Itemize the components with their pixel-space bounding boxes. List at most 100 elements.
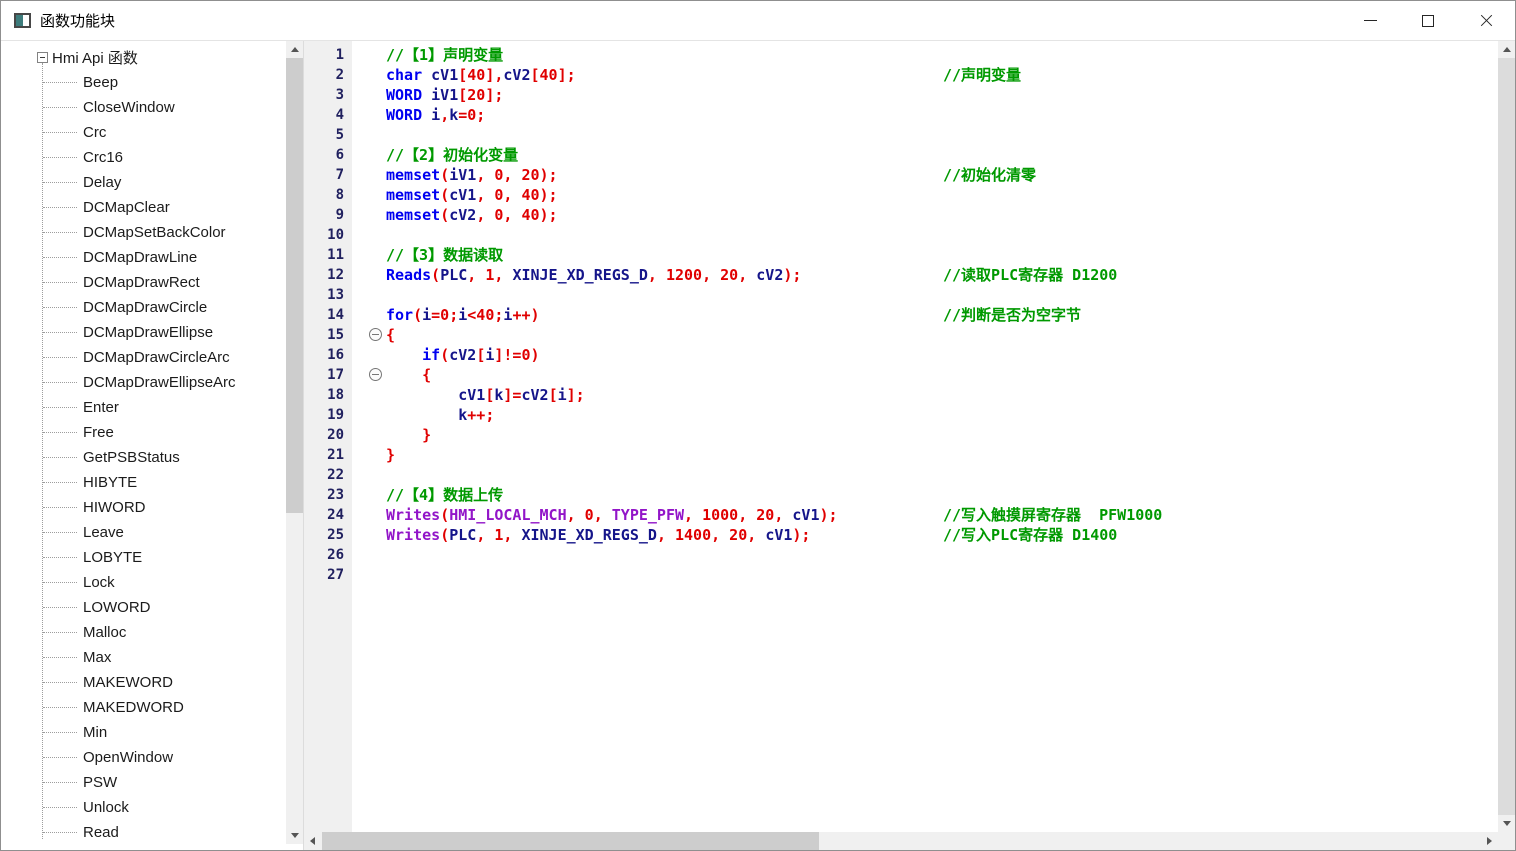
- tree-item-LOWORD[interactable]: LOWORD: [1, 595, 285, 620]
- code-text: WORD i,k=0;: [386, 105, 1498, 125]
- tree-item-Min[interactable]: Min: [1, 720, 285, 745]
- tree-root-hmi-api[interactable]: Hmi Api 函数: [1, 45, 285, 70]
- scroll-down-button[interactable]: [286, 827, 303, 844]
- code-token: //【3】数据读取: [386, 246, 503, 264]
- tree-item-Read[interactable]: Read: [1, 820, 285, 844]
- tree-item-label: GetPSBStatus: [83, 449, 180, 466]
- line-number: 1: [304, 45, 352, 65]
- line-number: 7: [304, 165, 352, 185]
- code-line[interactable]: 12Reads(PLC, 1, XINJE_XD_REGS_D, 1200, 2…: [304, 265, 1498, 285]
- editor-vertical-scrollbar[interactable]: [1498, 41, 1515, 832]
- tree-item-Beep[interactable]: Beep: [1, 70, 285, 95]
- tree-item-DCMapDrawRect[interactable]: DCMapDrawRect: [1, 270, 285, 295]
- code-line[interactable]: 21}: [304, 445, 1498, 465]
- tree-item-PSW[interactable]: PSW: [1, 770, 285, 795]
- scroll-down-button[interactable]: [1498, 815, 1515, 832]
- collapse-minus-icon[interactable]: [37, 52, 48, 63]
- sidebar-scrollbar[interactable]: [286, 41, 303, 844]
- code-line[interactable]: 19 k++;: [304, 405, 1498, 425]
- tree-item-LOBYTE[interactable]: LOBYTE: [1, 545, 285, 570]
- tree-item-DCMapClear[interactable]: DCMapClear: [1, 195, 285, 220]
- code-line[interactable]: 6//【2】初始化变量: [304, 145, 1498, 165]
- code-line[interactable]: 22: [304, 465, 1498, 485]
- code-line[interactable]: 20 }: [304, 425, 1498, 445]
- tree-item-label: Unlock: [83, 799, 129, 816]
- minimize-button[interactable]: [1341, 1, 1399, 40]
- code-line[interactable]: 9memset(cV2, 0, 40);: [304, 205, 1498, 225]
- code-token: iV1: [449, 166, 476, 184]
- tree-item-DCMapDrawEllipse[interactable]: DCMapDrawEllipse: [1, 320, 285, 345]
- fold-margin: [352, 345, 386, 365]
- scroll-up-button[interactable]: [1498, 41, 1515, 58]
- code-line[interactable]: 23//【4】数据上传: [304, 485, 1498, 505]
- tree-item-Crc[interactable]: Crc: [1, 120, 285, 145]
- tree-item-Leave[interactable]: Leave: [1, 520, 285, 545]
- code-line[interactable]: 1//【1】声明变量: [304, 45, 1498, 65]
- code-token: memset: [386, 206, 440, 224]
- scroll-right-button[interactable]: [1481, 832, 1498, 850]
- code-token: }: [386, 446, 395, 464]
- tree-item-label: DCMapClear: [83, 199, 170, 216]
- tree-item-Malloc[interactable]: Malloc: [1, 620, 285, 645]
- fold-margin: [352, 325, 386, 345]
- editor-horizontal-scrollbar[interactable]: [304, 832, 1498, 850]
- code-line[interactable]: 14for(i=0;i<40;i++)//判断是否为空字节: [304, 305, 1498, 325]
- maximize-button[interactable]: [1399, 1, 1457, 40]
- editor-vscrollbar-thumb[interactable]: [1498, 58, 1515, 815]
- tree-item-GetPSBStatus[interactable]: GetPSBStatus: [1, 445, 285, 470]
- code-line[interactable]: 16 if(cV2[i]!=0): [304, 345, 1498, 365]
- fold-collapse-icon[interactable]: [369, 368, 382, 381]
- editor-hscrollbar-thumb[interactable]: [322, 832, 819, 850]
- code-line[interactable]: 27: [304, 565, 1498, 585]
- tree-connector: [43, 232, 77, 233]
- code-line[interactable]: 2char cV1[40],cV2[40];//声明变量: [304, 65, 1498, 85]
- code-area[interactable]: 1//【1】声明变量2char cV1[40],cV2[40];//声明变量3W…: [304, 41, 1498, 832]
- line-number: 9: [304, 205, 352, 225]
- code-line[interactable]: 26: [304, 545, 1498, 565]
- tree-item-CloseWindow[interactable]: CloseWindow: [1, 95, 285, 120]
- fold-collapse-icon[interactable]: [369, 328, 382, 341]
- code-line[interactable]: 4WORD i,k=0;: [304, 105, 1498, 125]
- tree-item-Lock[interactable]: Lock: [1, 570, 285, 595]
- tree-item-DCMapDrawCircle[interactable]: DCMapDrawCircle: [1, 295, 285, 320]
- tree-item-Delay[interactable]: Delay: [1, 170, 285, 195]
- fold-margin: [352, 105, 386, 125]
- tree-item-DCMapDrawCircleArc[interactable]: DCMapDrawCircleArc: [1, 345, 285, 370]
- code-token: , 1200, 20,: [648, 266, 756, 284]
- code-line[interactable]: 17 {: [304, 365, 1498, 385]
- tree-item-OpenWindow[interactable]: OpenWindow: [1, 745, 285, 770]
- tree-item-DCMapSetBackColor[interactable]: DCMapSetBackColor: [1, 220, 285, 245]
- code-line[interactable]: 11//【3】数据读取: [304, 245, 1498, 265]
- code-line[interactable]: 3WORD iV1[20];: [304, 85, 1498, 105]
- scroll-up-button[interactable]: [286, 41, 303, 58]
- code-line[interactable]: 15{: [304, 325, 1498, 345]
- code-line[interactable]: 18 cV1[k]=cV2[i];: [304, 385, 1498, 405]
- sidebar-scrollbar-thumb[interactable]: [286, 58, 303, 513]
- close-button[interactable]: [1457, 1, 1515, 40]
- tree-item-Crc16[interactable]: Crc16: [1, 145, 285, 170]
- code-line[interactable]: 5: [304, 125, 1498, 145]
- tree-connector: [43, 457, 77, 458]
- tree-item-DCMapDrawEllipseArc[interactable]: DCMapDrawEllipseArc: [1, 370, 285, 395]
- tree-item-HIWORD[interactable]: HIWORD: [1, 495, 285, 520]
- tree-item-MAKEDWORD[interactable]: MAKEDWORD: [1, 695, 285, 720]
- code-line[interactable]: 7memset(iV1, 0, 20);//初始化清零: [304, 165, 1498, 185]
- code-line[interactable]: 24Writes(HMI_LOCAL_MCH, 0, TYPE_PFW, 100…: [304, 505, 1498, 525]
- tree-item-DCMapDrawLine[interactable]: DCMapDrawLine: [1, 245, 285, 270]
- code-token: [40];: [531, 66, 576, 84]
- code-line[interactable]: 10: [304, 225, 1498, 245]
- code-line[interactable]: 13: [304, 285, 1498, 305]
- tree-item-Unlock[interactable]: Unlock: [1, 795, 285, 820]
- scroll-left-button[interactable]: [304, 832, 321, 850]
- tree-connector: [43, 707, 77, 708]
- code-line[interactable]: 25Writes(PLC, 1, XINJE_XD_REGS_D, 1400, …: [304, 525, 1498, 545]
- tree-item-Max[interactable]: Max: [1, 645, 285, 670]
- tree-item-label: DCMapDrawEllipse: [83, 324, 213, 341]
- tree-item-Free[interactable]: Free: [1, 420, 285, 445]
- tree-item-Enter[interactable]: Enter: [1, 395, 285, 420]
- tree-item-MAKEWORD[interactable]: MAKEWORD: [1, 670, 285, 695]
- fold-margin: [352, 385, 386, 405]
- tree-item-HIBYTE[interactable]: HIBYTE: [1, 470, 285, 495]
- code-token: (: [440, 206, 449, 224]
- code-line[interactable]: 8memset(cV1, 0, 40);: [304, 185, 1498, 205]
